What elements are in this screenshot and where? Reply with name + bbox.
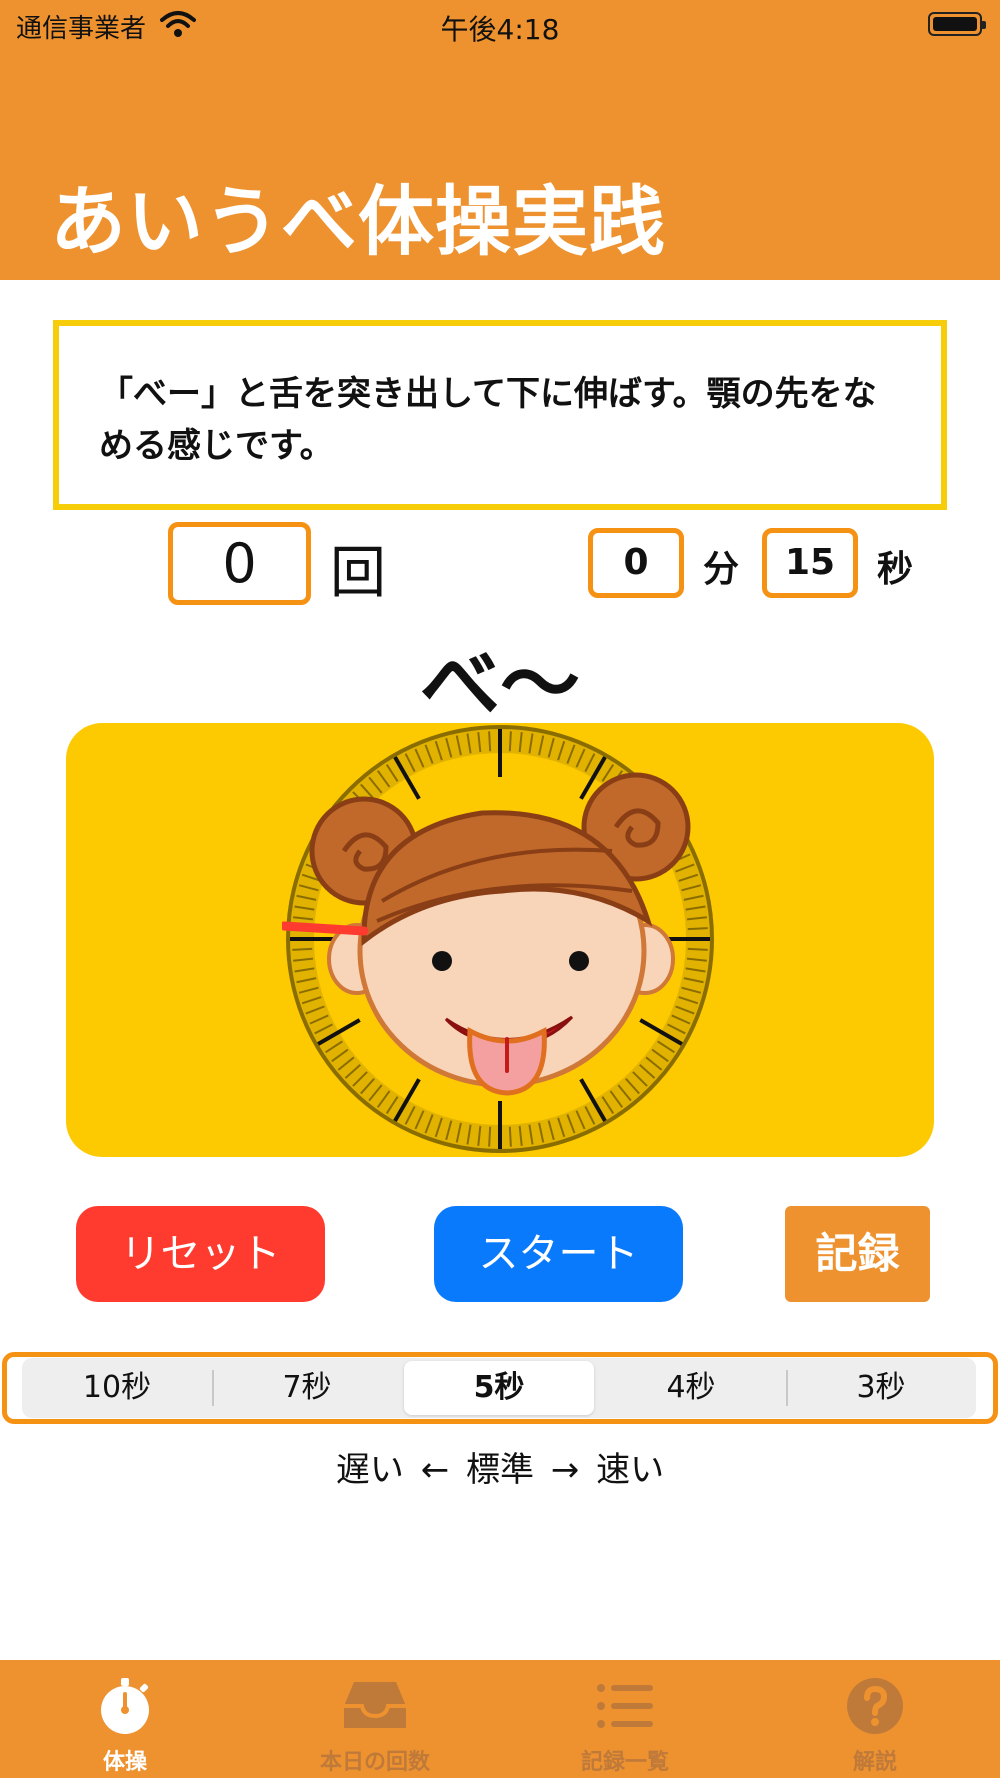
start-button[interactable]: スタート <box>434 1206 683 1302</box>
tab-today-count[interactable]: 本日の回数 <box>250 1660 500 1778</box>
tab-explanation[interactable]: 解説 <box>750 1660 1000 1778</box>
speed-legend: 遅い ← 標準 → 速い <box>335 1450 665 1490</box>
speed-option-7s[interactable]: 7秒 <box>212 1358 402 1418</box>
phase-label: べ〜 <box>420 638 580 731</box>
tab-records[interactable]: 記録一覧 <box>500 1660 750 1778</box>
battery-icon <box>928 12 986 36</box>
inbox-tray-icon <box>344 1682 406 1728</box>
instruction-box: 「べー」と舌を突き出して下に伸ばす。顎の先をなめる感じです。 <box>53 320 947 510</box>
question-circle-icon <box>847 1678 903 1734</box>
speed-option-4s[interactable]: 4秒 <box>596 1358 786 1418</box>
status-time: 午後4:18 <box>440 13 560 46</box>
page-title: あいうべ体操実践 <box>50 177 666 266</box>
speed-option-10s[interactable]: 10秒 <box>22 1358 212 1418</box>
seconds-display: 15 <box>762 528 858 598</box>
list-icon <box>597 1684 653 1728</box>
instruction-text: 「べー」と舌を突き出して下に伸ばす。顎の先をなめる感じです。 <box>99 374 877 466</box>
tab-label: 体操 <box>102 1750 147 1775</box>
tab-label: 記録一覧 <box>580 1750 669 1775</box>
clock-panel <box>66 723 934 1157</box>
minutes-unit-label: 分 <box>703 549 740 590</box>
clock-second-hand <box>282 921 369 936</box>
speed-option-5s[interactable]: 5秒 <box>404 1361 594 1415</box>
reset-button[interactable]: リセット <box>76 1206 325 1302</box>
stopwatch-icon <box>101 1678 149 1734</box>
record-button[interactable]: 記録 <box>785 1206 930 1302</box>
minutes-display: 0 <box>588 528 684 598</box>
tab-exercise[interactable]: 体操 <box>0 1660 250 1778</box>
speed-segmented-control[interactable]: 10秒 7秒 5秒 4秒 3秒 <box>22 1358 976 1418</box>
count-display: 0 <box>168 522 311 605</box>
tab-label: 本日の回数 <box>319 1750 430 1775</box>
tab-bar: 体操 本日の回数 記録一覧 解説 <box>0 1660 1000 1778</box>
speed-option-3s[interactable]: 3秒 <box>786 1358 976 1418</box>
seconds-unit-label: 秒 <box>877 549 914 590</box>
clock-dial <box>282 725 714 1153</box>
tab-label: 解説 <box>852 1750 897 1775</box>
count-unit-label: 回 <box>330 541 386 606</box>
